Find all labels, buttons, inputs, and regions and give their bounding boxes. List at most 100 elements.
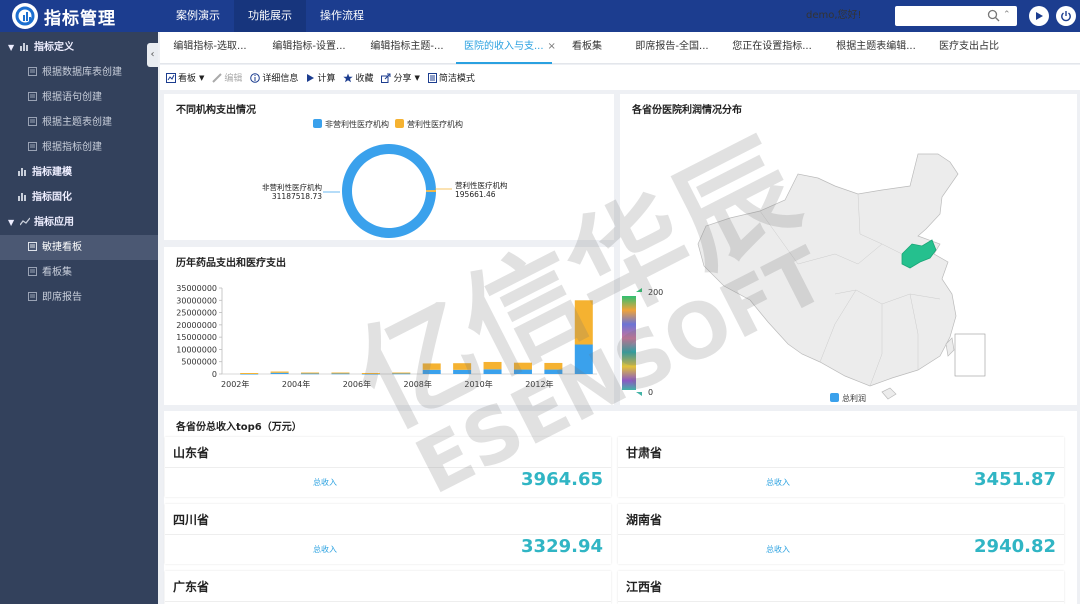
scale-handle-top-icon[interactable] [636, 288, 642, 292]
topnav-cases[interactable]: 案例演示 [162, 0, 234, 32]
donut-slice-nonprofit[interactable] [342, 143, 436, 238]
tab-adhoc-report[interactable]: 即席报告-全国... [622, 32, 722, 64]
bar-2003-s1[interactable] [270, 371, 289, 373]
bar-2009-s0[interactable] [453, 369, 472, 374]
expand-collapse-icon[interactable]: ⌃ [1003, 9, 1013, 22]
bar-2003-s0[interactable] [270, 372, 289, 374]
y-tick-label: 0 [212, 370, 217, 379]
sidebar-item-metric-application[interactable]: ▼ 指标应用 [0, 210, 158, 235]
sidebar-item-label: 指标固化 [32, 192, 72, 203]
favorite-button[interactable]: 收藏 [343, 71, 373, 84]
donut-slice-profit[interactable] [425, 190, 436, 192]
board-icon [166, 72, 176, 83]
x-tick-label: 2010年 [464, 379, 492, 389]
topnav-process[interactable]: 操作流程 [306, 0, 378, 32]
bar-chart-panel: 历年药品支出和医疗支出 35000000 30000000 25000000 2000… [164, 247, 614, 405]
legend-swatch-profit [395, 119, 404, 128]
report-icon [28, 86, 38, 101]
bar-2010-s1[interactable] [483, 361, 502, 370]
bar-2011-s1[interactable] [513, 362, 532, 370]
calculate-button[interactable]: 计算 [306, 71, 335, 84]
sidebar-item-metric-modeling[interactable]: 指标建模 [0, 160, 158, 185]
tab-edit-metric-settings[interactable]: 编辑指标-设置... [260, 32, 358, 64]
legend-label-nonprofit[interactable]: 非营利性医疗机构 [325, 119, 389, 129]
tab-medical-expense-ratio[interactable]: 医疗支出占比 [930, 32, 1008, 64]
kpi-province: 湖南省 [626, 513, 663, 527]
tab-setting-metric[interactable]: 您正在设置指标... [722, 32, 822, 64]
y-tick-label: 25000000 [176, 309, 217, 318]
bar-chart-icon [18, 186, 28, 201]
bar-2005-s1[interactable] [331, 372, 350, 374]
topnav-features[interactable]: 功能展示 [234, 0, 306, 32]
sidebar-collapse-toggle[interactable]: ‹ [147, 43, 158, 67]
visual-map-scale[interactable] [622, 296, 636, 390]
report-icon [28, 136, 38, 151]
detail-info-button[interactable]: 详细信息 [250, 71, 298, 84]
legend-label-total-profit[interactable]: 总利润 [842, 393, 866, 403]
app-logo: 指标管理 [0, 3, 160, 29]
bar-2013-s1[interactable] [574, 300, 593, 345]
bar-2006-s1[interactable] [361, 373, 380, 375]
bar-2008-s1[interactable] [422, 363, 441, 370]
bar-2007-s1[interactable] [392, 372, 411, 374]
scale-min-label: 0 [648, 388, 653, 397]
kpi-card: 广东省 [165, 571, 611, 604]
caret-down-icon: ▼ [414, 73, 420, 82]
scale-handle-bottom-icon[interactable] [636, 392, 642, 396]
sidebar-item-agile-board[interactable]: 敏捷看板 [0, 235, 158, 260]
bar-2011-s0[interactable] [513, 369, 532, 374]
bar-2012-s1[interactable] [544, 362, 563, 370]
tab-hospital-income[interactable]: 医院的收入与支... × [456, 32, 556, 64]
edit-button[interactable]: 编辑 [212, 71, 242, 84]
tab-subject-table-edit[interactable]: 根据主题表编辑... [822, 32, 930, 64]
sidebar-item-create-from-db-table[interactable]: 根据数据库表创建 [0, 60, 158, 85]
simple-mode-label: 简洁模式 [438, 74, 475, 84]
sidebar-item-metric-solidify[interactable]: 指标固化 [0, 185, 158, 210]
detail-label: 详细信息 [262, 74, 299, 84]
kpi-province: 甘肃省 [626, 446, 663, 460]
report-icon [28, 236, 38, 251]
map-region-hainan[interactable] [881, 387, 897, 400]
kpi-province: 四川省 [173, 513, 210, 527]
bar-2008-s0[interactable] [422, 369, 441, 374]
share-dropdown-button[interactable]: 分享 ▼ [381, 71, 420, 84]
simple-mode-button[interactable]: 简洁模式 [427, 71, 475, 84]
x-tick-label: 2006年 [343, 379, 371, 389]
bar-2002-s1[interactable] [240, 373, 259, 375]
bar-2004-s1[interactable] [301, 372, 320, 374]
kpi-card: 甘肃省 总收入 3451.87 [618, 437, 1064, 497]
logout-button[interactable] [1056, 6, 1076, 26]
stacked-bar-chart: 35000000 30000000 25000000 20000000 15000000… [176, 284, 597, 389]
legend-swatch-nonprofit [313, 119, 322, 128]
sidebar-item-board-set[interactable]: 看板集 [0, 260, 158, 285]
y-tick-label: 5000000 [181, 358, 217, 367]
kpi-card: 山东省 总收入 3964.65 [165, 437, 611, 497]
kpi-label: 总收入 [766, 545, 790, 554]
bar-2010-s0[interactable] [483, 369, 502, 374]
map-panel: 各省份医院利润情况分布 200 0 总利润 [620, 94, 1077, 405]
map-region-mainland[interactable] [697, 153, 959, 387]
favorite-label: 收藏 [355, 74, 374, 84]
scale-max-label: 200 [648, 288, 663, 297]
bar-2013-s0[interactable] [574, 344, 593, 374]
bar-2012-s0[interactable] [544, 369, 563, 374]
tab-edit-metric-select[interactable]: 编辑指标-选取... [160, 32, 260, 64]
sidebar-item-create-from-statement[interactable]: 根据语句创建 [0, 85, 158, 110]
legend-label-profit[interactable]: 营利性医疗机构 [407, 119, 463, 129]
kpi-card: 江西省 [618, 571, 1064, 604]
bar-2009-s1[interactable] [453, 363, 472, 370]
sidebar-item-create-from-metric[interactable]: 根据指标创建 [0, 135, 158, 160]
x-tick-label: 2008年 [404, 379, 432, 389]
pencil-icon [212, 72, 223, 83]
sidebar-item-adhoc-report[interactable]: 即席报告 [0, 285, 158, 310]
tab-board-set[interactable]: 看板集 [552, 32, 622, 64]
tab-edit-metric-subject[interactable]: 编辑指标主题-... [358, 32, 456, 64]
play-button[interactable] [1029, 6, 1049, 26]
logo-icon [12, 3, 38, 29]
sidebar-item-create-from-subject-table[interactable]: 根据主题表创建 [0, 110, 158, 135]
sidebar-item-metric-definition[interactable]: ▼ 指标定义 [0, 35, 158, 60]
board-dropdown-button[interactable]: 看板 ▼ [166, 71, 204, 84]
search-icon[interactable] [987, 9, 1000, 22]
kpi-value: 3451.87 [974, 469, 1056, 490]
kpi-province: 广东省 [173, 580, 210, 594]
